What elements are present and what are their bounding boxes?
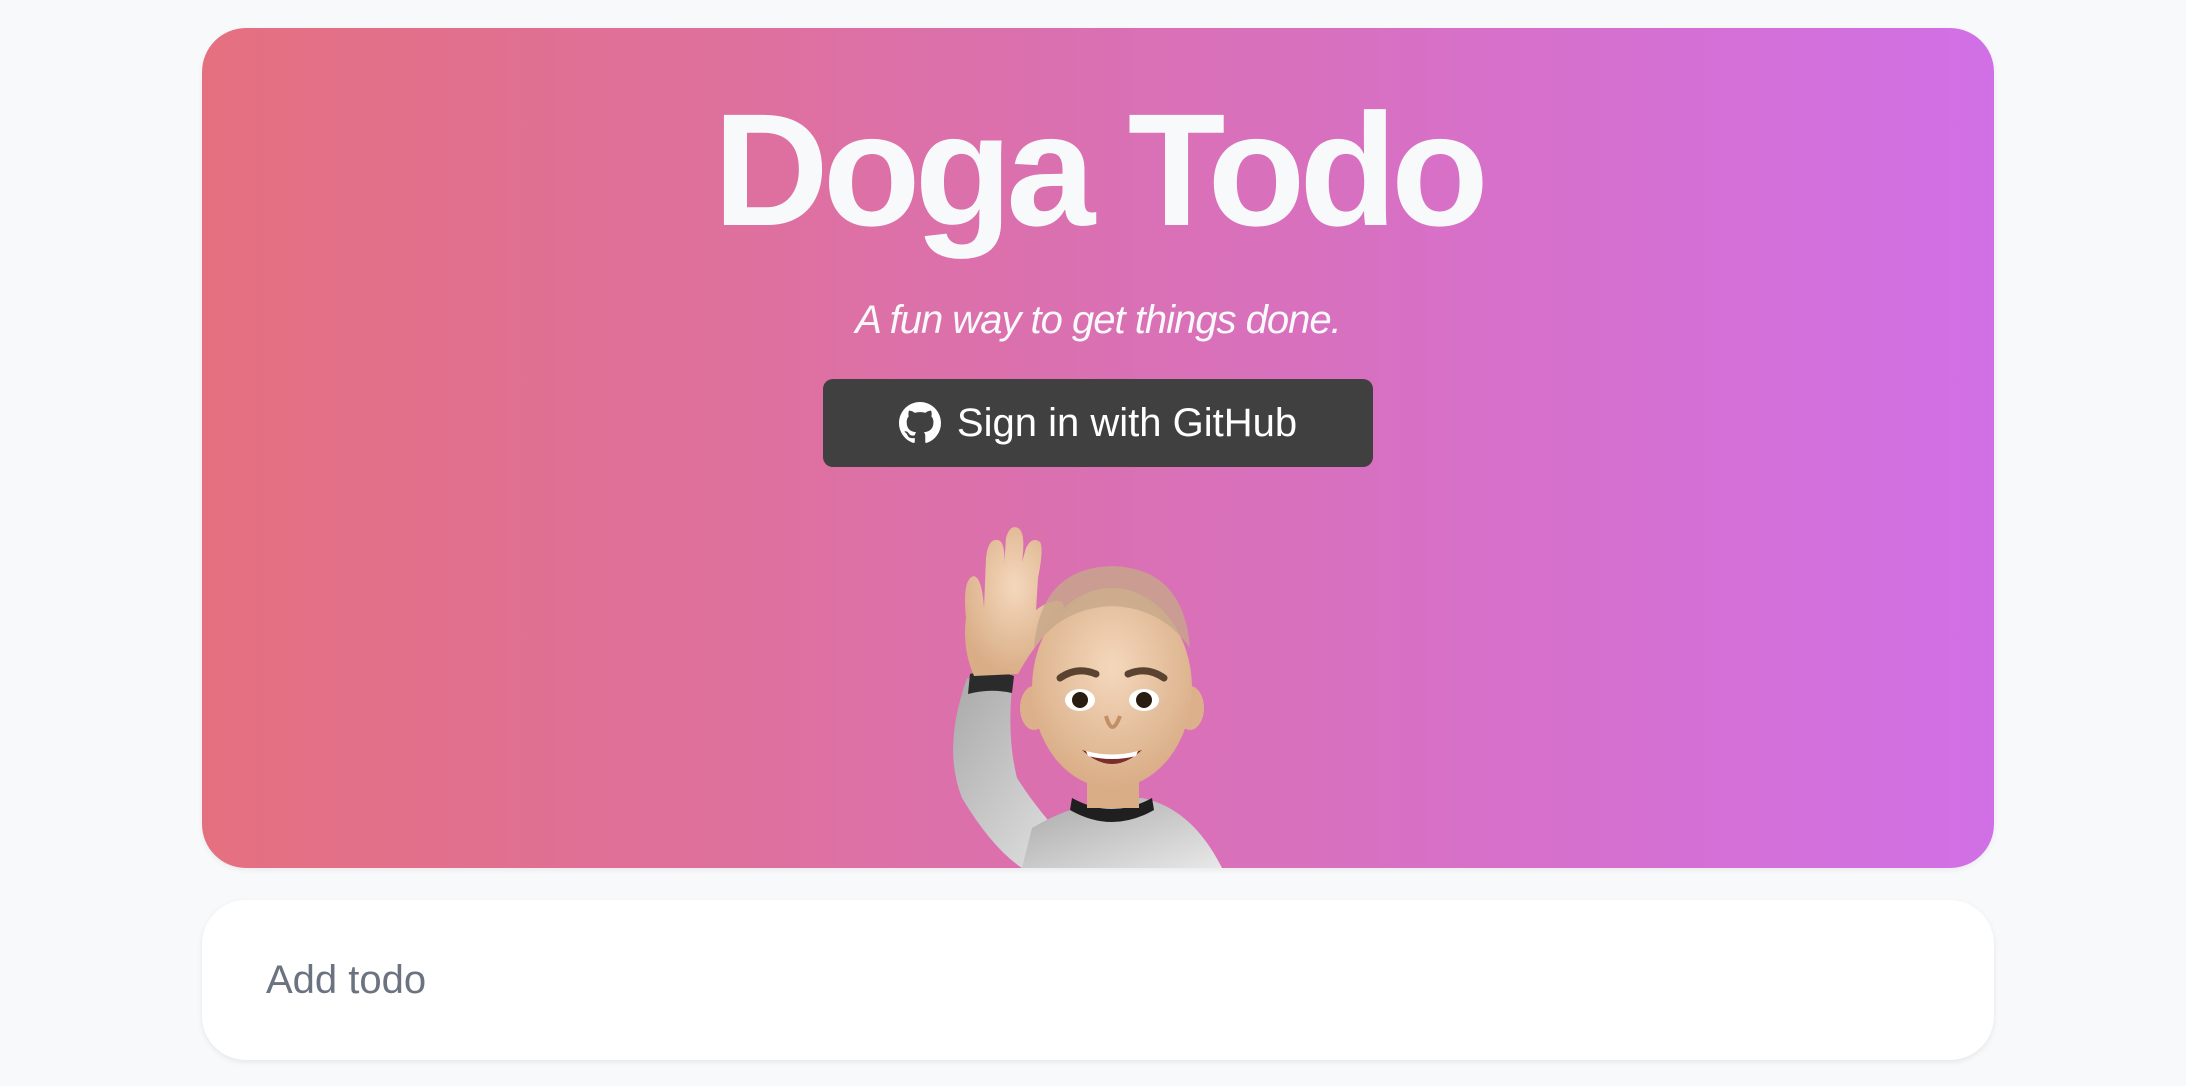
github-signin-button[interactable]: Sign in with GitHub — [823, 379, 1373, 467]
github-signin-label: Sign in with GitHub — [956, 400, 1298, 445]
page: Doga Todo A fun way to get things done. … — [0, 0, 2186, 1086]
hero-banner: Doga Todo A fun way to get things done. … — [202, 28, 1994, 868]
app-tagline: A fun way to get things done. — [855, 298, 1341, 342]
github-icon — [898, 402, 941, 444]
add-todo-input[interactable] — [266, 900, 1926, 1060]
waving-avatar-icon — [922, 498, 1262, 868]
add-todo-card — [202, 900, 1994, 1060]
app-title: Doga Todo — [713, 80, 1489, 259]
